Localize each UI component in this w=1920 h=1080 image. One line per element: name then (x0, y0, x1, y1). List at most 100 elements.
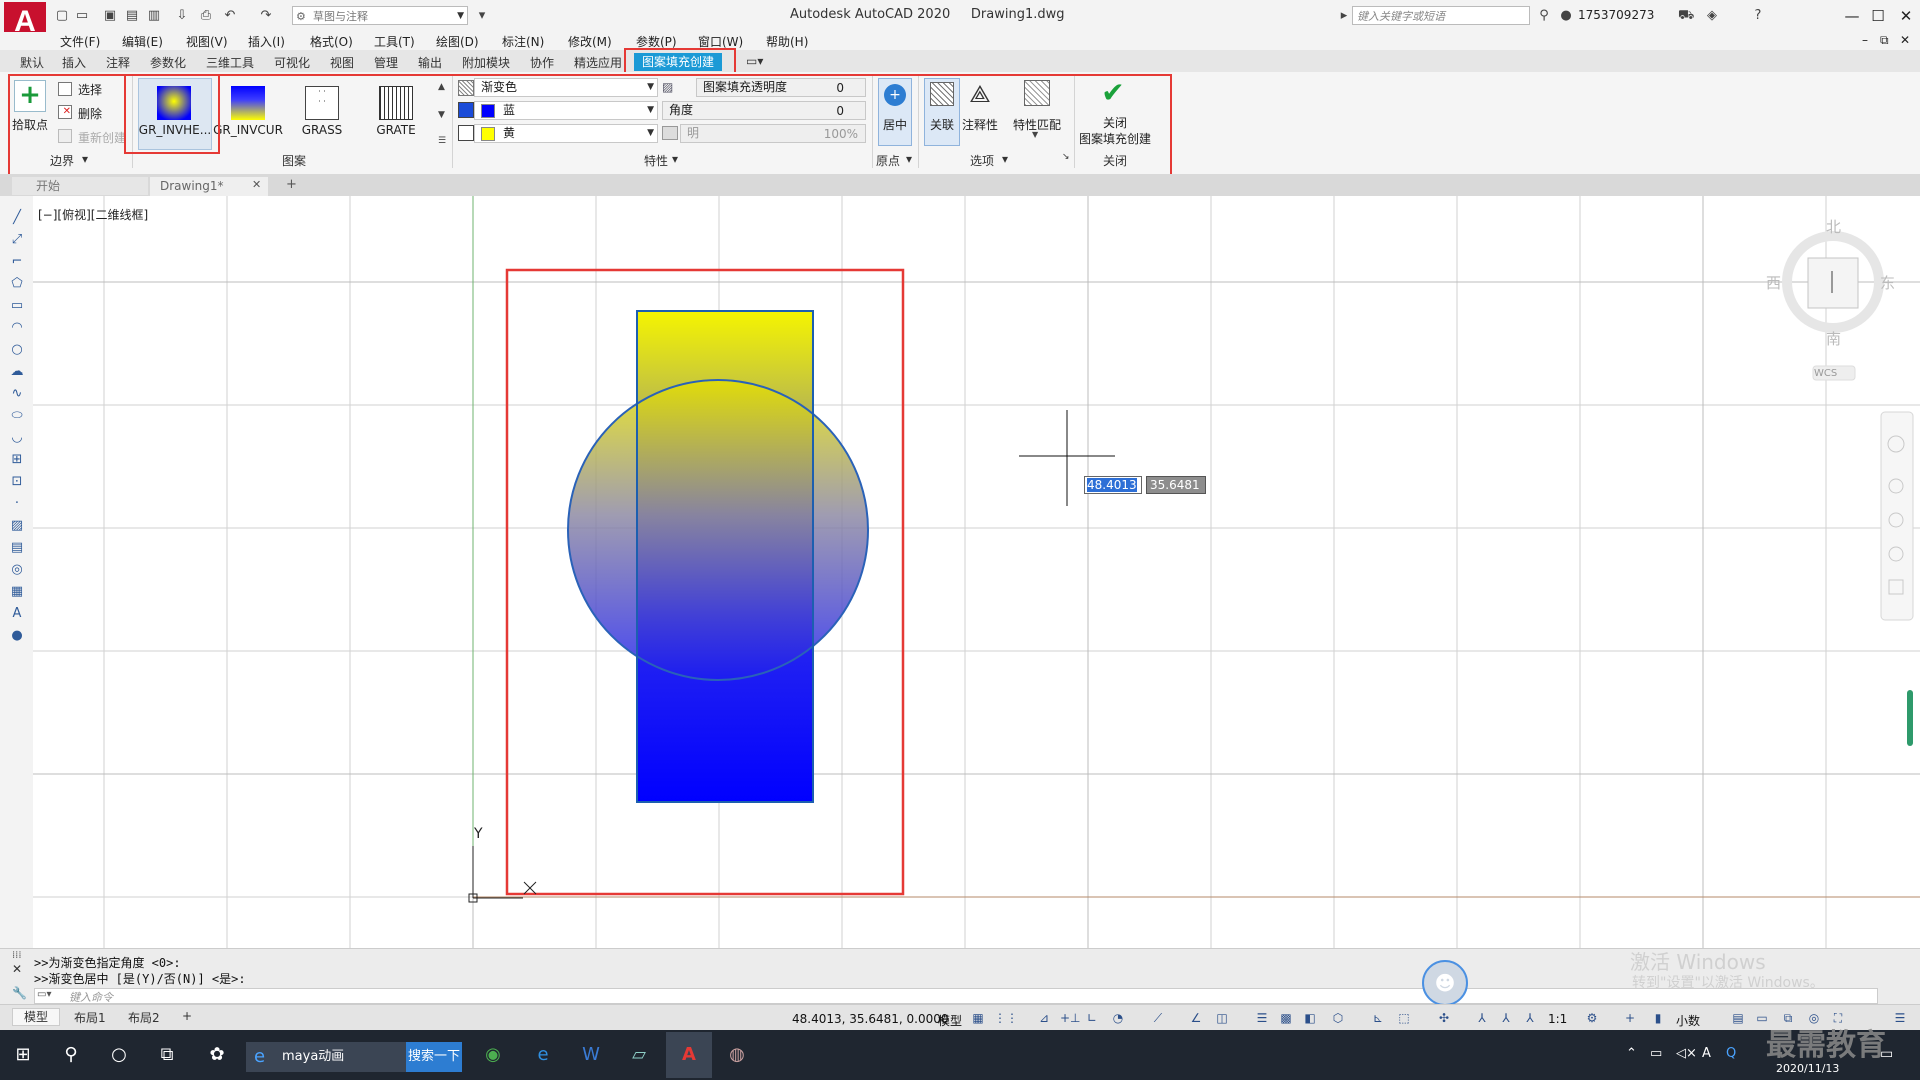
tab-output[interactable]: 输出 (418, 54, 442, 71)
tab-featured-apps[interactable]: 精选应用 (574, 54, 622, 71)
doc-restore-button[interactable]: ⧉ (1880, 33, 1889, 48)
doc-minimize-button[interactable]: – (1862, 33, 1868, 47)
dynamic-ucs-icon[interactable]: ⊾ (1370, 1010, 1386, 1026)
command-grip-icon[interactable]: ⁞⁞⁞ (12, 950, 22, 961)
wps-icon[interactable]: W (576, 1040, 606, 1070)
notes-app-icon[interactable]: ▱ (624, 1040, 654, 1070)
command-input[interactable]: ▭▾ 键入命令 (34, 988, 1878, 1004)
3d-osnap-icon[interactable]: ⬡ (1330, 1010, 1346, 1026)
save-icon[interactable]: ▣ (102, 8, 118, 24)
help-icon[interactable]: ? (1750, 8, 1766, 24)
auto-scale-icon[interactable]: ⅄ (1498, 1010, 1514, 1026)
new-file-icon[interactable]: ▢ (54, 8, 70, 24)
close-window-button[interactable]: ✕ (1894, 6, 1918, 26)
annotation-scale-icon[interactable]: ⅄ (1522, 1010, 1538, 1026)
taskbar-search-button[interactable]: 搜索一下 (406, 1042, 462, 1072)
tab-annotate[interactable]: 注释 (106, 54, 130, 71)
autocad-taskbar-icon[interactable]: A (674, 1040, 704, 1070)
point-icon[interactable]: · (9, 496, 25, 512)
layout-tab-layout2[interactable]: 布局2 (128, 1009, 160, 1026)
selection-filter-icon[interactable]: ⬚ (1396, 1010, 1412, 1026)
close-tab-icon[interactable]: ✕ (252, 178, 261, 191)
pinwheel-app-icon[interactable]: ✿ (202, 1040, 232, 1070)
circle-icon[interactable]: ○ (9, 342, 25, 358)
task-view-icon[interactable]: ⧉ (152, 1040, 182, 1070)
file-tab-drawing1[interactable]: Drawing1* (150, 177, 268, 196)
quick-properties-icon[interactable]: ▤ (1730, 1010, 1746, 1026)
menu-file[interactable]: 文件(F) (60, 33, 100, 50)
canvas-scrollbar-thumb[interactable] (1907, 690, 1913, 746)
layout-tab-model[interactable]: 模型 (12, 1008, 60, 1026)
object-snap-icon[interactable]: ◫ (1214, 1010, 1230, 1026)
tab-insert[interactable]: 插入 (62, 54, 86, 71)
maximize-button[interactable]: ☐ (1866, 6, 1890, 26)
polar-tracking-icon[interactable]: ◔ (1110, 1010, 1126, 1026)
units-value[interactable]: 小数 (1676, 1012, 1700, 1029)
add-selected-icon[interactable]: ● (9, 628, 25, 644)
export-icon[interactable]: ⇩ (174, 8, 190, 24)
construction-line-icon[interactable]: ⤢ (9, 232, 25, 248)
mtext-icon[interactable]: A (9, 606, 25, 622)
annotation-scale-value[interactable]: 1:1 (1548, 1012, 1567, 1026)
lineweight-icon[interactable]: ☰ (1254, 1010, 1270, 1026)
tab-collaborate[interactable]: 协作 (530, 54, 554, 71)
customization-icon[interactable]: ☰ (1892, 1010, 1908, 1026)
menu-edit[interactable]: 编辑(E) (122, 33, 163, 50)
user-icon[interactable]: ● (1558, 8, 1574, 24)
plot-icon[interactable]: ⎙ (198, 8, 214, 24)
revision-cloud-icon[interactable]: ☁ (9, 364, 25, 380)
open-file-icon[interactable]: ▭ (74, 8, 90, 24)
menu-help[interactable]: 帮助(H) (766, 33, 808, 50)
tab-view[interactable]: 视图 (330, 54, 354, 71)
layout-tab-layout1[interactable]: 布局1 (74, 1009, 106, 1026)
coordinate-readout[interactable]: 48.4013, 35.6481, 0.0000 (792, 1012, 949, 1026)
tab-visualize[interactable]: 可视化 (274, 54, 310, 71)
snap-mode-icon[interactable]: ⋮⋮ (994, 1010, 1018, 1026)
cart-icon[interactable]: ⛟ (1678, 8, 1694, 24)
publish-icon[interactable]: ▥ (146, 8, 162, 24)
viewcube-west[interactable]: 西 (1766, 272, 1781, 293)
menu-view[interactable]: 视图(V) (186, 33, 228, 50)
polyline-icon[interactable]: ⌐ (9, 254, 25, 270)
gradient-icon[interactable]: ▤ (9, 540, 25, 556)
ribbon-minimize-icon[interactable]: ▭▾ (746, 54, 763, 68)
drawing-canvas[interactable] (33, 196, 1920, 948)
qq-icon[interactable]: Q (1726, 1046, 1736, 1061)
ellipse-icon[interactable]: ⬭ (9, 408, 25, 424)
cortana-icon[interactable]: ○ (104, 1040, 134, 1070)
isodraft-icon[interactable]: ⟋ (1150, 1010, 1166, 1026)
new-tab-icon[interactable]: + (286, 177, 297, 192)
search-input[interactable]: 键入关键字或短语 (1352, 6, 1530, 25)
edge-icon[interactable]: e (528, 1040, 558, 1070)
minimize-button[interactable]: — (1840, 6, 1864, 26)
undo-icon[interactable]: ↶ (222, 8, 238, 24)
binoculars-icon[interactable]: ⚲ (1536, 8, 1552, 24)
wcs-label[interactable]: WCS (1814, 368, 1837, 379)
model-space-button[interactable]: 模型 (938, 1012, 962, 1029)
save-as-icon[interactable]: ▤ (124, 8, 140, 24)
menu-dimension[interactable]: 标注(N) (502, 33, 544, 50)
gradient-circle[interactable] (567, 379, 869, 681)
annotation-visibility-icon[interactable]: ⅄ (1474, 1010, 1490, 1026)
taskbar-browser-app[interactable]: maya动画 (246, 1042, 406, 1072)
viewcube-east[interactable]: 东 (1880, 272, 1895, 293)
doc-close-button[interactable]: ✕ (1900, 33, 1910, 47)
file-tab-start[interactable]: 开始 (12, 177, 148, 195)
gizmo-icon[interactable]: ✣ (1436, 1010, 1452, 1026)
assistant-robot-icon[interactable]: ☻ (1422, 960, 1468, 1006)
menu-tools[interactable]: 工具(T) (374, 33, 415, 50)
media-app-icon[interactable]: ◍ (722, 1040, 752, 1070)
table-icon[interactable]: ▦ (9, 584, 25, 600)
dynamic-input-icon[interactable]: +⊥ (1060, 1010, 1081, 1026)
insert-block-icon[interactable]: ⊞ (9, 452, 25, 468)
viewcube-north[interactable]: 北 (1826, 216, 1841, 237)
dynamic-input-x[interactable]: 48.4013 (1084, 476, 1142, 494)
workspace-switch-icon[interactable]: ⚙ (1584, 1010, 1600, 1026)
tab-addins[interactable]: 附加模块 (462, 54, 510, 71)
customize-command-icon[interactable]: 🔧 (12, 986, 27, 1000)
tab-3d-tools[interactable]: 三维工具 (206, 54, 254, 71)
network-icon[interactable]: ▭ (1650, 1046, 1662, 1061)
add-layout-button[interactable]: + (182, 1009, 192, 1023)
menu-draw[interactable]: 绘图(D) (436, 33, 479, 50)
close-command-icon[interactable]: ✕ (12, 962, 22, 976)
